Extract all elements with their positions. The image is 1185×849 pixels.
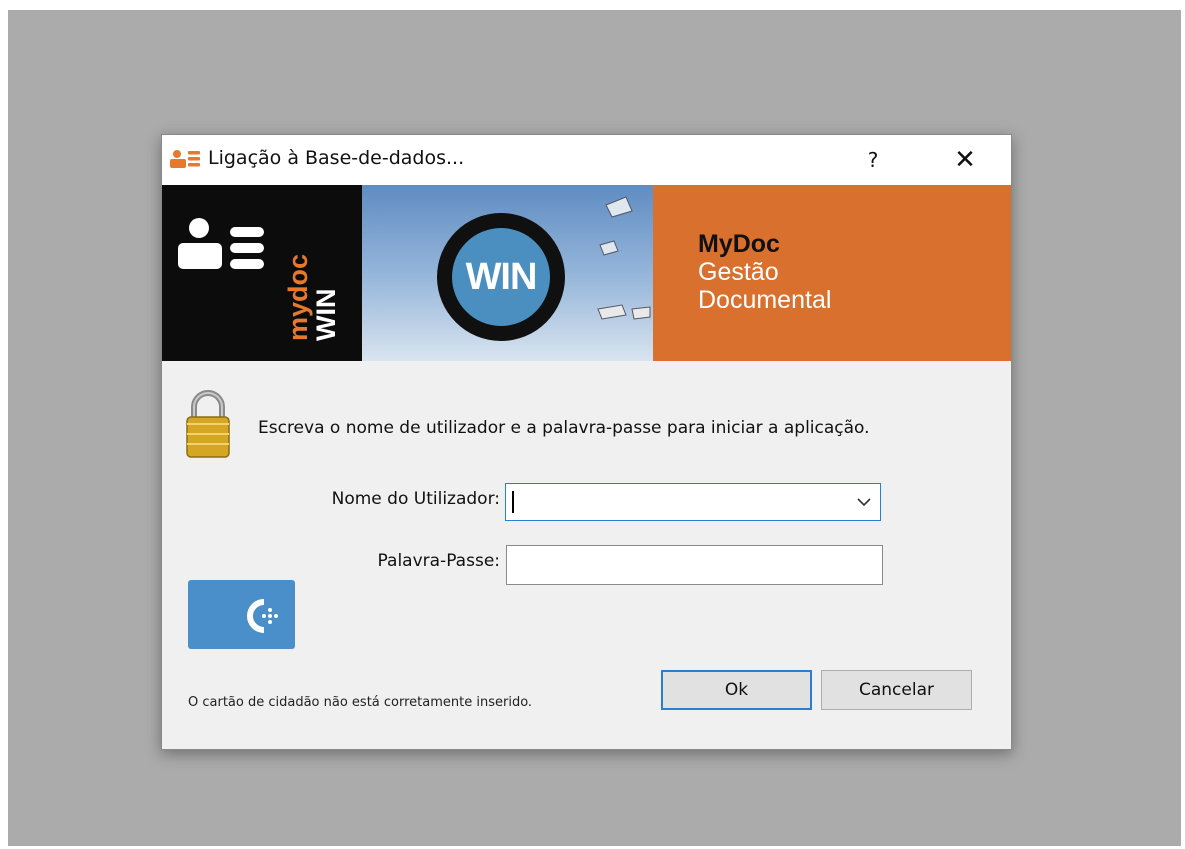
username-input[interactable] — [508, 486, 846, 518]
brand-win: WIN — [311, 288, 341, 341]
flying-papers-icon — [597, 196, 651, 320]
product-name: MyDoc — [698, 230, 780, 258]
title-bar: Ligação à Base-de-dados... ? ✕ — [162, 135, 1011, 185]
brand-my: my — [283, 301, 313, 341]
login-dialog: Ligação à Base-de-dados... ? ✕ mydoc WIN — [161, 134, 1012, 750]
cancel-button[interactable]: Cancelar — [821, 670, 972, 710]
product-panel: MyDoc Gestão Documental — [653, 185, 1011, 361]
brand-panel: mydoc WIN — [162, 185, 362, 361]
padlock-icon — [184, 389, 232, 465]
product-subtitle-line2: Documental — [698, 286, 832, 314]
username-label: Nome do Utilizador: — [331, 489, 500, 509]
password-input[interactable] — [506, 545, 883, 585]
chevron-down-icon[interactable] — [856, 495, 872, 509]
header-banner: mydoc WIN WIN MyDoc Gestão Documental — [162, 185, 1011, 361]
win-panel: WIN — [362, 185, 653, 361]
citizen-card-button[interactable] — [188, 580, 295, 649]
product-subtitle: Gestão Documental — [698, 258, 958, 314]
ok-button[interactable]: Ok — [661, 670, 812, 710]
mydoc-logo-icon — [178, 218, 264, 269]
help-button[interactable]: ? — [852, 141, 894, 179]
app-icon — [170, 149, 202, 175]
win-logo: WIN — [437, 213, 565, 341]
win-logo-text: WIN — [452, 228, 550, 326]
brand-wordmark: mydoc WIN — [283, 253, 341, 341]
card-status-text: O cartão de cidadão não está corretament… — [188, 695, 533, 710]
citizen-card-icon — [247, 599, 278, 633]
login-instruction: Escreva o nome de utilizador e a palavra… — [258, 418, 870, 438]
password-label: Palavra-Passe: — [377, 551, 500, 571]
username-combobox[interactable] — [505, 483, 881, 521]
brand-doc: doc — [283, 253, 313, 302]
close-button[interactable]: ✕ — [940, 141, 990, 179]
product-subtitle-line1: Gestão — [698, 258, 779, 286]
window-title: Ligação à Base-de-dados... — [208, 147, 465, 169]
